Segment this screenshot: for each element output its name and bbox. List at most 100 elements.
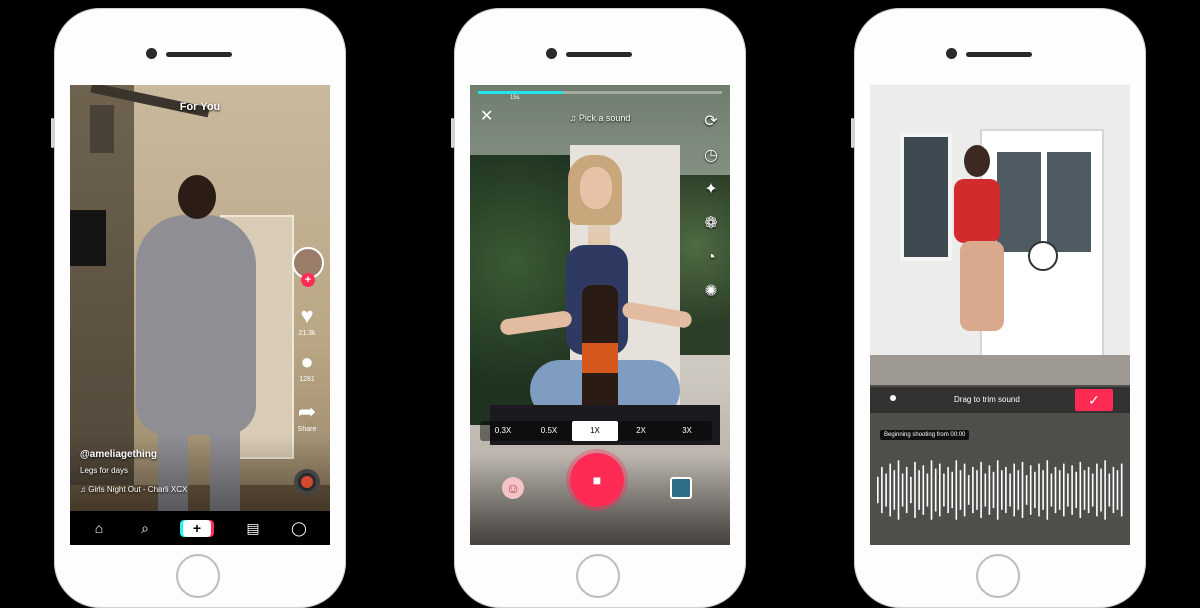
waveform-bar (1075, 471, 1077, 509)
waveform-bar (1108, 473, 1111, 507)
waveform-bar (984, 473, 987, 507)
flip-camera-icon[interactable]: ⟳ (700, 111, 722, 133)
speed-option[interactable]: 0.5X (526, 421, 572, 441)
waveform-bar (885, 473, 887, 507)
waveform-bar (980, 461, 982, 518)
earpiece-speaker (966, 52, 1032, 57)
waveform-bar (1091, 473, 1094, 507)
profile-icon[interactable]: ◯ (288, 519, 310, 537)
share-icon[interactable]: ➦ (293, 401, 321, 423)
progress-mark: 15s (510, 95, 520, 101)
waveform-bar (1017, 470, 1020, 510)
trim-indicator-dot (890, 395, 896, 401)
waveform-bar (901, 473, 904, 507)
sound-disc-center (301, 476, 313, 488)
speed-option[interactable]: 3X (664, 421, 710, 441)
home-icon[interactable]: ⌂ (88, 519, 110, 537)
filters-icon[interactable]: ❁ (700, 213, 722, 235)
beauty-icon[interactable]: ✦ (700, 179, 722, 201)
person-jersey (954, 179, 1000, 243)
waveform-bar (1021, 461, 1024, 518)
comment-icon[interactable]: ● (293, 351, 321, 373)
pick-sound-button[interactable]: ♫ Pick a sound (470, 113, 730, 123)
start-tooltip: Beginning shooting from 00:00 (880, 430, 970, 440)
waveform-bar (947, 466, 949, 514)
waveform-bar (959, 470, 962, 510)
waveform-bar (955, 460, 958, 520)
home-button[interactable] (976, 554, 1020, 598)
waveform-bar (922, 465, 925, 515)
trim-instruction: Drag to trim sound (954, 395, 1020, 404)
waveform-bar (967, 475, 970, 505)
sound-waveform[interactable] (876, 455, 1124, 525)
waveform-bar (926, 473, 929, 507)
person-head (178, 175, 216, 219)
speed-option[interactable]: 2X (618, 421, 664, 441)
house-window (900, 133, 952, 261)
record-screen: 15s ✕ ♫ Pick a sound ⟳ ◷ ✦ ❁ ◔ ✺ 0.3X 0.… (470, 85, 730, 545)
like-count: 21.3k (298, 330, 316, 337)
waveform-bar (1046, 460, 1049, 520)
share-label: Share (297, 426, 317, 433)
waveform-bar (910, 476, 912, 504)
waveform-bar (1009, 473, 1011, 507)
waveform-bar (930, 460, 933, 520)
waveform-bar (1120, 463, 1123, 517)
video-camera-icon: ■ (592, 472, 602, 488)
effects-icon[interactable]: ☺ (502, 477, 524, 499)
speed-icon[interactable]: ◷ (700, 145, 722, 167)
for-you-tab[interactable]: For You (70, 101, 330, 113)
person-head (964, 145, 990, 177)
earpiece-speaker (166, 52, 232, 57)
heart-icon[interactable]: ♥ (293, 305, 321, 327)
volume-button (451, 118, 454, 148)
front-camera (946, 48, 957, 59)
post-username[interactable]: @ameliagething (80, 449, 157, 460)
waveform-bar (1050, 473, 1053, 507)
waveform-bar (1063, 463, 1065, 517)
waveform-bar (1001, 470, 1003, 510)
waveform-bar (943, 473, 945, 507)
front-camera (146, 48, 157, 59)
front-camera (546, 48, 557, 59)
waveform-bar (1038, 463, 1040, 517)
waveform-bar (1054, 466, 1057, 514)
inbox-icon[interactable]: ▤ (242, 519, 264, 537)
waveform-bar (914, 461, 916, 518)
phone-frame-1: For You + ♥ 21.3k ● 1281 ➦ Share @amelia… (51, 8, 346, 608)
home-button[interactable] (176, 554, 220, 598)
post-caption: Legs for days (80, 466, 129, 475)
waveform-bar (1087, 466, 1090, 514)
flash-icon[interactable]: ✺ (700, 281, 722, 303)
home-button[interactable] (576, 554, 620, 598)
post-sound[interactable]: ♫ Girls Night Out - Charli XCX (80, 485, 187, 494)
waveform-bar (1112, 466, 1115, 514)
phone-frame-2: 15s ✕ ♫ Pick a sound ⟳ ◷ ✦ ❁ ◔ ✺ 0.3X 0.… (451, 8, 746, 608)
create-button[interactable]: + (183, 520, 211, 537)
speed-option-selected[interactable]: 1X (572, 421, 618, 441)
waveform-bar (1025, 475, 1028, 505)
trim-sound-screen: Drag to trim sound ✓ Beginning shooting … (870, 85, 1130, 545)
waveform-bar (1034, 471, 1036, 509)
person-body (136, 215, 256, 435)
confirm-check-button[interactable]: ✓ (1075, 389, 1113, 411)
feed-screen: For You + ♥ 21.3k ● 1281 ➦ Share @amelia… (70, 85, 330, 545)
bottom-nav: ⌂ ⌕ + ▤ ◯ (70, 511, 330, 545)
waveform-bar (881, 466, 883, 514)
follow-plus-icon[interactable]: + (301, 273, 315, 287)
soccer-ball (1028, 241, 1058, 271)
person-legs (960, 241, 1004, 331)
waveform-bar (905, 466, 908, 514)
waveform-bar (1096, 463, 1098, 517)
timer-icon[interactable]: ◔ (700, 247, 722, 269)
discover-icon[interactable]: ⌕ (134, 519, 156, 537)
speed-option[interactable]: 0.3X (480, 421, 526, 441)
waveform-bar (951, 471, 953, 509)
waveform-bar (1067, 473, 1069, 507)
waveform-bar (963, 463, 966, 517)
waveform-bar (889, 463, 891, 517)
upload-icon[interactable] (670, 477, 692, 499)
recording-progress (478, 91, 722, 94)
waveform-bar (976, 470, 978, 510)
person-face (580, 167, 612, 209)
